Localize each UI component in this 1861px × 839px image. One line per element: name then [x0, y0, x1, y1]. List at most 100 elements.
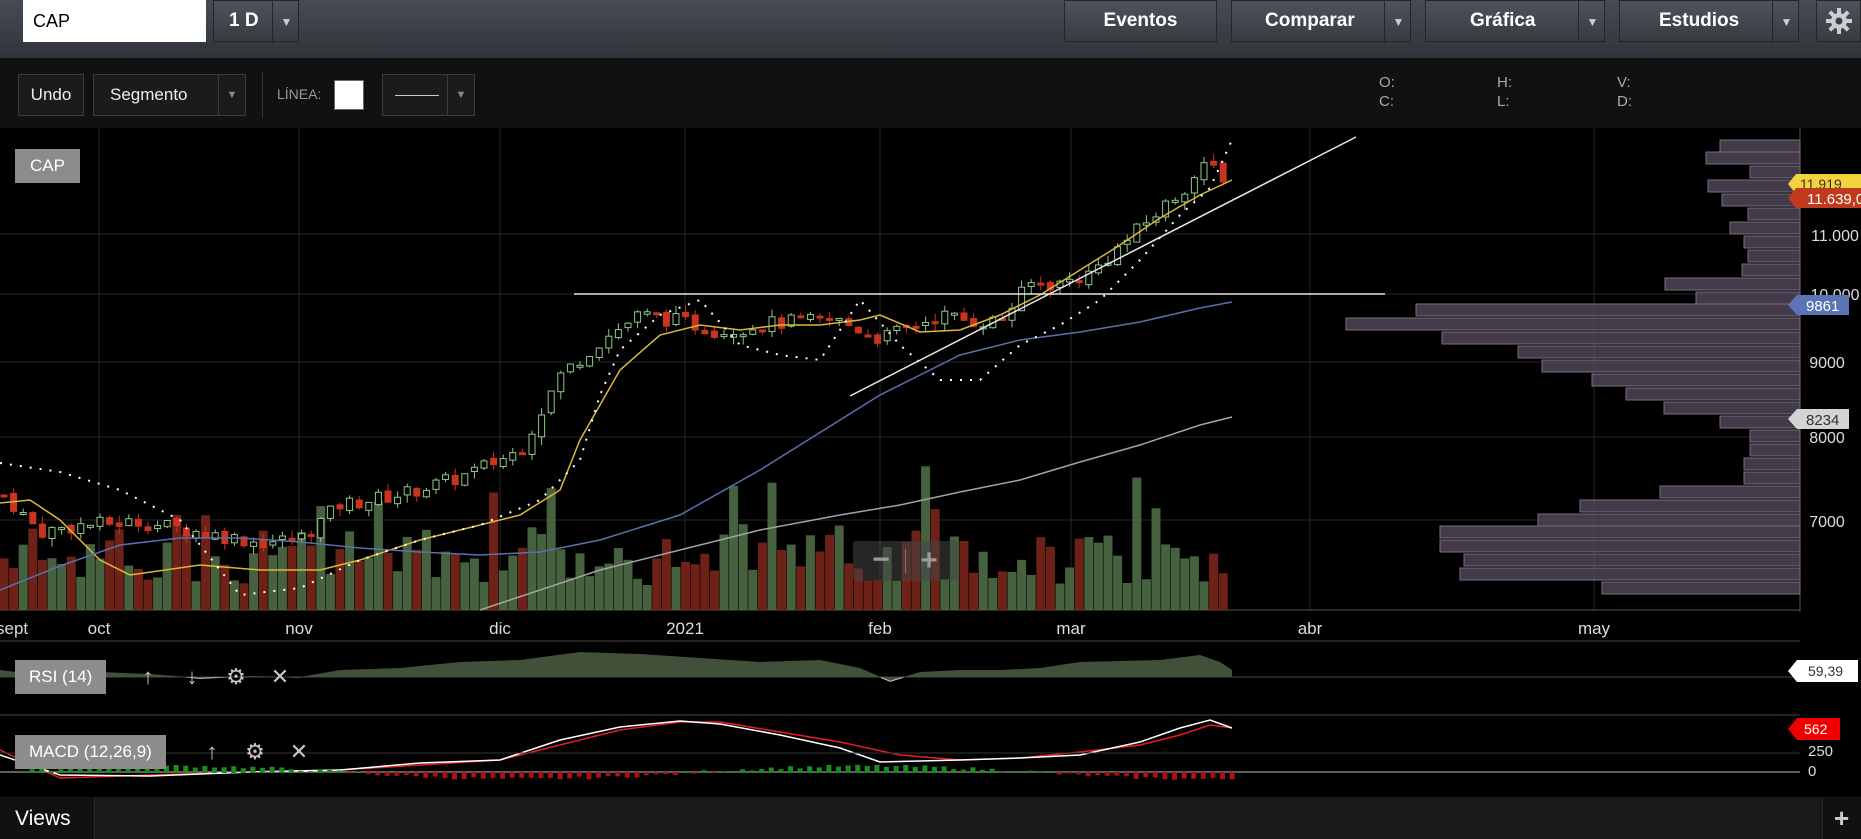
macd-histogram-bar — [768, 767, 774, 773]
y-tick-label: 11.000 — [1811, 228, 1859, 245]
candle-body — [106, 517, 114, 525]
volume-profile-bar — [1749, 443, 1801, 457]
volume-bar — [66, 556, 76, 610]
candle-body — [864, 334, 872, 338]
line-style-dropdown-icon[interactable]: ▼ — [447, 75, 474, 115]
views-tab[interactable]: Views — [0, 797, 95, 839]
macd-histogram-bar — [960, 769, 966, 773]
candle-body — [547, 390, 555, 414]
grafica-label: Gráfica — [1470, 10, 1536, 31]
gear-icon — [1825, 8, 1852, 34]
macd-histogram-bar — [192, 767, 198, 773]
volume-bar — [921, 466, 931, 610]
gear-icon[interactable]: ⚙ — [240, 737, 270, 767]
comparar-label: Comparar — [1265, 10, 1355, 31]
candle-body — [77, 523, 85, 535]
macd-label[interactable]: MACD (12,26,9) — [15, 735, 166, 769]
macd-histogram-bar — [1047, 771, 1053, 773]
candle-body — [605, 335, 613, 349]
grafica-dropdown-icon[interactable]: ▼ — [1578, 1, 1606, 43]
estudios-button[interactable]: Estudios ▼ — [1619, 0, 1800, 43]
draw-tool-dropdown-icon[interactable]: ▼ — [218, 75, 245, 115]
zoom-out-button[interactable]: − — [863, 541, 899, 581]
volume-bar — [671, 566, 681, 610]
candle-body — [682, 312, 690, 318]
volume-profile-bar — [1439, 525, 1801, 539]
macd-histogram-bar — [807, 766, 813, 773]
estudios-dropdown-icon[interactable]: ▼ — [1772, 1, 1800, 43]
macd-label-text: MACD (12,26,9) — [29, 742, 152, 761]
volume-bar — [354, 560, 364, 610]
candle-body — [346, 497, 354, 512]
ema-fast-line — [0, 179, 1233, 576]
chart-area[interactable]: sept oct nov dic 2021 feb mar abr may 11… — [0, 128, 1861, 797]
volume-profile-bar — [1625, 387, 1801, 401]
interval-dropdown-icon[interactable]: ▼ — [272, 1, 300, 43]
volume-bar — [1055, 583, 1065, 610]
macd-value-tag: 562 — [1788, 718, 1840, 740]
arrow-up-icon[interactable]: ↑ — [133, 662, 163, 692]
candle-body — [662, 311, 670, 327]
volume-bar — [489, 492, 499, 610]
macd-histogram-bar — [1191, 772, 1197, 779]
macd-histogram-bar — [932, 766, 937, 773]
volume-bar — [1161, 544, 1171, 610]
macd-histogram-bar — [413, 772, 419, 777]
macd-histogram-bar — [922, 765, 928, 773]
y-tick-label: 9000 — [1809, 355, 1845, 372]
interval-button[interactable]: 1 D ▼ — [213, 0, 300, 43]
estudios-label: Estudios — [1659, 10, 1740, 31]
volume-profile — [1345, 139, 1801, 595]
candle-body — [634, 311, 642, 323]
candle-body — [326, 505, 334, 519]
volume-bar — [681, 561, 691, 610]
rsi-label[interactable]: RSI (14) — [15, 660, 107, 694]
candle-body — [835, 317, 843, 321]
volume-profile-bar — [1441, 331, 1801, 345]
settings-button[interactable] — [1816, 0, 1861, 42]
volume-bar — [1170, 547, 1180, 610]
line-style-select[interactable]: ▼ — [382, 74, 475, 116]
symbol-input[interactable] — [23, 0, 206, 42]
macd-histogram-bar — [327, 769, 333, 773]
volume-bar — [229, 580, 239, 610]
macd-histogram-bar — [1085, 772, 1091, 777]
volume-profile-bar — [1743, 457, 1801, 471]
volume-bar — [988, 577, 998, 610]
macd-histogram-bar — [404, 772, 409, 775]
symbol-tag-label: CAP — [30, 156, 65, 175]
zoom-in-button[interactable]: + — [911, 541, 947, 581]
volume-bar — [709, 570, 719, 610]
volume-bar — [873, 580, 883, 610]
macd-histogram-bar — [826, 764, 832, 773]
arrow-down-icon[interactable]: ↓ — [177, 662, 207, 692]
eventos-button[interactable]: Eventos — [1064, 0, 1217, 42]
symbol-tag[interactable]: CAP — [15, 149, 80, 183]
macd-histogram-bar — [730, 770, 736, 773]
volume-bar — [613, 548, 623, 610]
gear-icon[interactable]: ⚙ — [221, 662, 251, 692]
volume-bar — [757, 542, 767, 610]
add-view-button[interactable]: + — [1822, 797, 1861, 839]
volume-bar — [287, 545, 297, 610]
macd-histogram-bar — [903, 764, 909, 773]
volume-bar — [508, 555, 518, 610]
close-icon[interactable]: ✕ — [265, 662, 295, 692]
volume-bar — [402, 536, 412, 610]
macd-histogram-bar — [605, 772, 611, 776]
comparar-button[interactable]: Comparar ▼ — [1231, 0, 1412, 43]
volume-profile-bar — [1719, 415, 1801, 429]
macd-histogram-bar — [874, 764, 880, 773]
close-icon[interactable]: ✕ — [284, 737, 314, 767]
undo-button[interactable]: Undo — [18, 74, 84, 116]
volume-profile-bar — [1729, 221, 1801, 235]
macd-histogram-bar — [260, 767, 265, 773]
candle-body — [1171, 199, 1179, 203]
comparar-dropdown-icon[interactable]: ▼ — [1384, 1, 1412, 43]
draw-tool-select[interactable]: Segmento ▼ — [93, 74, 246, 116]
candle-body — [374, 491, 382, 506]
arrow-up-icon[interactable]: ↑ — [197, 737, 227, 767]
candle-body — [125, 518, 133, 527]
grafica-button[interactable]: Gráfica ▼ — [1425, 0, 1606, 43]
line-color-swatch[interactable] — [334, 80, 364, 110]
